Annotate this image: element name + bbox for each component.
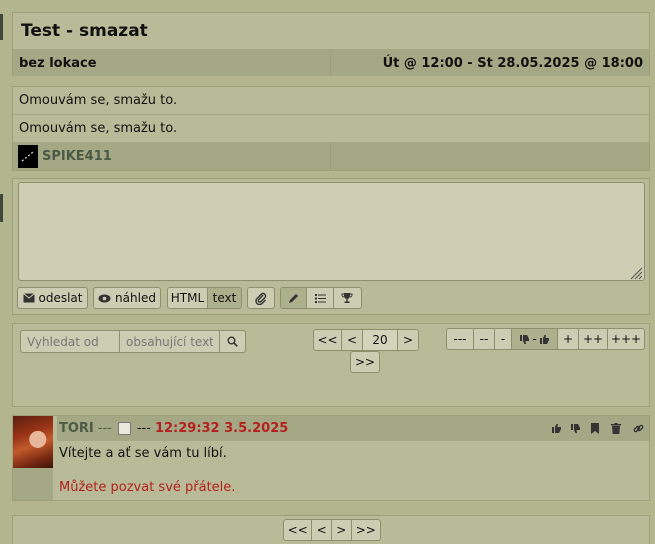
- rating-plus1-button[interactable]: +: [558, 329, 579, 349]
- post-note: Můžete pozvat své přátele.: [59, 480, 236, 495]
- trophy-button[interactable]: [334, 288, 361, 308]
- post-message: Vítejte a ať se vám tu líbí.: [59, 446, 227, 461]
- envelope-icon: [22, 293, 35, 303]
- author-name[interactable]: SPIKE411: [42, 149, 112, 164]
- post-checkbox[interactable]: [117, 422, 131, 435]
- author-avatar[interactable]: [18, 145, 38, 168]
- post-author[interactable]: TORI: [59, 421, 94, 436]
- thumbs-down-icon[interactable]: [570, 423, 581, 434]
- rating-plus2-button[interactable]: ++: [579, 329, 608, 349]
- avatar-gutter: [13, 468, 53, 500]
- rating-minus1-button[interactable]: -: [495, 329, 512, 349]
- preview-button[interactable]: náhled: [93, 287, 161, 309]
- left-edge-marker: [0, 194, 3, 222]
- pencil-icon: [288, 293, 299, 304]
- trophy-icon: [341, 292, 353, 304]
- pencil-button[interactable]: [281, 288, 308, 308]
- description-line: Omouvám se, smažu to.: [19, 93, 178, 108]
- bottom-first-button[interactable]: <<: [284, 520, 313, 540]
- thumbs-up-icon[interactable]: [551, 423, 562, 434]
- pager-prev-button[interactable]: <: [342, 330, 363, 350]
- post-avatar[interactable]: [13, 416, 53, 468]
- thumbs-down-icon: [519, 334, 530, 345]
- description-line: Omouvám se, smažu to.: [19, 121, 178, 136]
- search-from-input[interactable]: [20, 330, 120, 353]
- bottom-last-button[interactable]: >>: [352, 520, 380, 540]
- send-button[interactable]: odeslat: [17, 287, 88, 309]
- post-separator: ---: [136, 421, 151, 436]
- editor-tools: [280, 287, 362, 309]
- bottom-pager: << < > >>: [283, 519, 381, 541]
- post-timestamp: 12:29:32 3.5.2025: [154, 421, 289, 436]
- eye-icon: [98, 294, 111, 303]
- pager-last-button[interactable]: >>: [350, 351, 380, 373]
- resize-grip-icon[interactable]: [629, 266, 643, 280]
- preview-label: náhled: [115, 291, 156, 305]
- pager-last-label: >>: [354, 355, 376, 369]
- mode-text-button[interactable]: text: [207, 288, 241, 308]
- post-separator: ---: [97, 421, 112, 436]
- thumbs-up-icon: [539, 334, 550, 345]
- rating-minus2-button[interactable]: --: [474, 329, 495, 349]
- event-datetime: Út @ 12:00 - St 28.05.2025 @ 18:00: [382, 55, 643, 71]
- format-mode-toggle: HTML text: [167, 287, 242, 309]
- trash-icon[interactable]: [611, 423, 621, 434]
- bookmark-icon[interactable]: [591, 423, 599, 434]
- attach-button[interactable]: [247, 287, 275, 309]
- link-icon[interactable]: [633, 423, 644, 434]
- rating-filter: --- -- - - + ++ +++: [446, 328, 645, 350]
- search-text-input[interactable]: [119, 330, 220, 353]
- page-size-field[interactable]: 20: [363, 330, 398, 350]
- event-location: bez lokace: [13, 50, 331, 76]
- bottom-prev-button[interactable]: <: [312, 520, 332, 540]
- event-description: Omouvám se, smažu to. Omouvám se, smažu …: [12, 86, 650, 171]
- event-title: Test - smazat: [21, 21, 148, 41]
- event-header: Test - smazat bez lokace Út @ 12:00 - St…: [12, 12, 650, 76]
- rating-neutral-label: -: [532, 332, 537, 346]
- rating-neutral-button[interactable]: -: [512, 329, 558, 349]
- mode-html-button[interactable]: HTML: [168, 288, 208, 308]
- send-label: odeslat: [38, 291, 83, 305]
- list-button[interactable]: [307, 288, 334, 308]
- bottom-next-button[interactable]: >: [332, 520, 352, 540]
- list-icon: [314, 293, 326, 303]
- search-icon: [227, 336, 238, 347]
- rating-plus3-button[interactable]: +++: [608, 329, 644, 349]
- message-textarea[interactable]: [18, 182, 645, 281]
- pager-next-button[interactable]: >: [398, 330, 418, 350]
- pager: << < 20 >: [313, 329, 419, 351]
- pager-first-button[interactable]: <<: [314, 330, 342, 350]
- left-edge-marker: [0, 14, 3, 40]
- rating-minus3-button[interactable]: ---: [447, 329, 474, 349]
- paperclip-icon: [255, 292, 267, 305]
- search-button[interactable]: [219, 330, 246, 353]
